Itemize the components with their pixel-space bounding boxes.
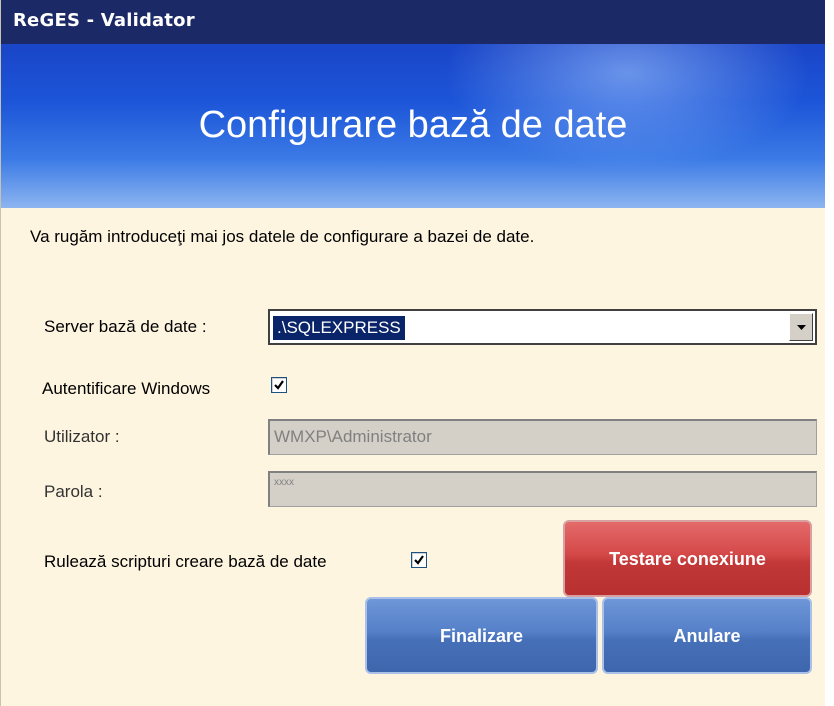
user-field: WMXP\Administrator	[268, 419, 817, 455]
server-value: .\SQLEXPRESS	[273, 316, 405, 340]
password-label: Parola :	[44, 482, 103, 501]
page-title: Configurare bază de date	[198, 104, 628, 146]
cancel-button[interactable]: Anulare	[602, 597, 812, 674]
password-value: xxxx	[274, 477, 294, 488]
finish-button[interactable]: Finalizare	[365, 597, 598, 674]
checkmark-icon	[414, 555, 424, 565]
windows-auth-checkbox[interactable]	[271, 377, 287, 393]
checkmark-icon	[274, 380, 284, 390]
run-scripts-checkbox[interactable]	[411, 552, 427, 568]
chevron-down-icon	[797, 325, 806, 330]
title-bar[interactable]: ReGES - Validator	[1, 0, 825, 44]
user-value: WMXP\Administrator	[274, 427, 432, 446]
password-field: xxxx	[268, 471, 817, 507]
header-banner: Configurare bază de date	[1, 44, 825, 208]
server-select[interactable]: .\SQLEXPRESS	[268, 309, 817, 345]
server-label: Server bază de date :	[44, 317, 207, 336]
run-scripts-label: Rulează scripturi creare bază de date	[44, 552, 327, 571]
user-label: Utilizator :	[44, 427, 120, 446]
instructions-text: Va rugăm introduceţi mai jos datele de c…	[30, 227, 535, 246]
windows-auth-label: Autentificare Windows	[42, 379, 211, 398]
test-connection-button[interactable]: Testare conexiune	[563, 520, 812, 597]
window-title: ReGES - Validator	[13, 10, 195, 31]
dialog-window: ReGES - Validator Configurare bază de da…	[0, 0, 825, 706]
dropdown-button[interactable]	[789, 313, 813, 341]
